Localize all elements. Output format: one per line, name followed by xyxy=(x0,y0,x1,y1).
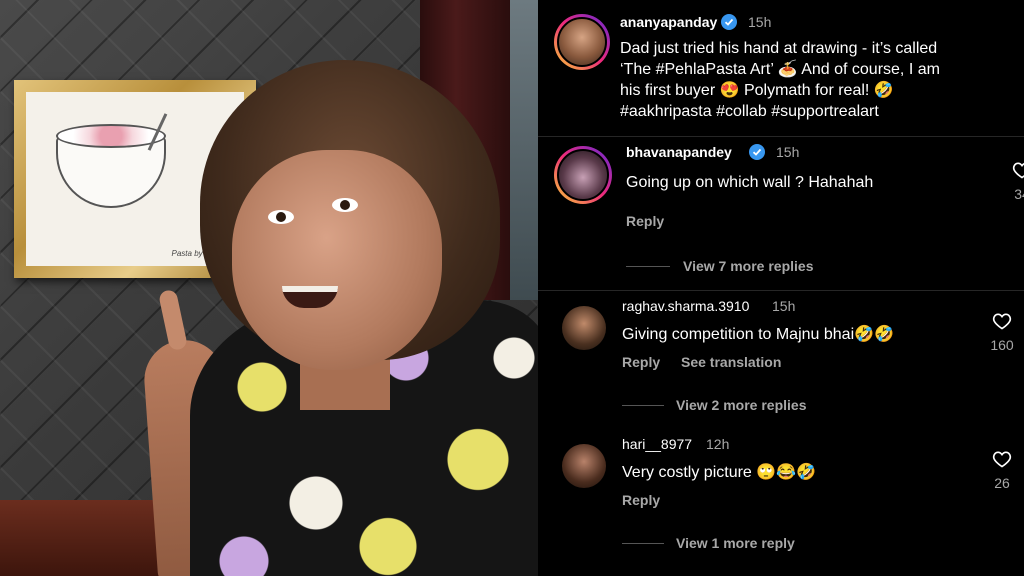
comment-username[interactable]: hari__8977 xyxy=(622,436,692,452)
comment-username[interactable]: raghav.sharma.3910 xyxy=(622,298,749,314)
reply-button[interactable]: Reply xyxy=(622,492,660,508)
post-author-username[interactable]: ananyapanday xyxy=(620,14,717,30)
reply-button[interactable]: Reply xyxy=(626,213,664,229)
left-eye xyxy=(268,210,294,224)
comment-username[interactable]: bhavanapandey xyxy=(626,144,732,160)
comment-avatar-bhavanapandey[interactable] xyxy=(554,146,612,204)
see-translation-button[interactable]: See translation xyxy=(681,354,781,370)
comment-time: 15h xyxy=(772,298,796,314)
like-count: 26 xyxy=(994,475,1010,491)
right-eye xyxy=(332,198,358,212)
post-photo[interactable]: Pasta by Chunky xyxy=(0,0,538,576)
comment-time: 12h xyxy=(706,436,730,452)
post-caption-line-1: Dad just tried his hand at drawing - it’… xyxy=(620,40,938,57)
like-count: 34 xyxy=(1014,186,1024,202)
comment-text: Going up on which wall ? Hahahah xyxy=(626,174,874,191)
post-caption-line-3: his first buyer 😍 Polymath for real! 🤣 xyxy=(620,82,894,99)
comment-avatar-hari[interactable] xyxy=(562,444,606,488)
comment-avatar-raghav[interactable] xyxy=(562,306,606,350)
post-author-avatar[interactable] xyxy=(554,14,610,70)
like-count: 160 xyxy=(990,337,1014,353)
face xyxy=(232,150,442,370)
heart-outline-icon[interactable] xyxy=(992,311,1012,331)
comment-time: 15h xyxy=(776,144,800,160)
comment-text: Giving competition to Majnu bhai🤣🤣 xyxy=(622,326,894,343)
comments-panel: ananyapanday 15h Dad just tried his hand… xyxy=(538,0,1024,576)
post-caption-line-2: ‘The #PehlaPasta Art’ 🍝 And of course, I… xyxy=(620,61,940,78)
reply-button[interactable]: Reply xyxy=(622,354,660,370)
view-replies-button[interactable]: View 2 more replies xyxy=(676,397,806,413)
replies-line xyxy=(622,405,664,406)
view-replies-button[interactable]: View 1 more reply xyxy=(676,535,795,551)
verified-badge-icon xyxy=(749,144,765,160)
verified-badge-icon xyxy=(721,14,737,30)
pointing-finger xyxy=(157,288,189,352)
comment-separator xyxy=(538,290,1024,291)
avatar-image xyxy=(557,149,609,201)
view-replies-button[interactable]: View 7 more replies xyxy=(683,258,813,274)
avatar-image xyxy=(557,17,607,67)
post-caption-line-4[interactable]: #aakhripasta #collab #supportrealart xyxy=(620,101,879,122)
heart-outline-icon[interactable] xyxy=(1012,160,1024,180)
replies-line xyxy=(622,543,664,544)
replies-line xyxy=(626,266,670,267)
heart-outline-icon[interactable] xyxy=(992,449,1012,469)
comment-text: Very costly picture 🙄😂🤣 xyxy=(622,464,817,481)
caption-separator xyxy=(538,136,1024,137)
post-time: 15h xyxy=(748,14,772,30)
